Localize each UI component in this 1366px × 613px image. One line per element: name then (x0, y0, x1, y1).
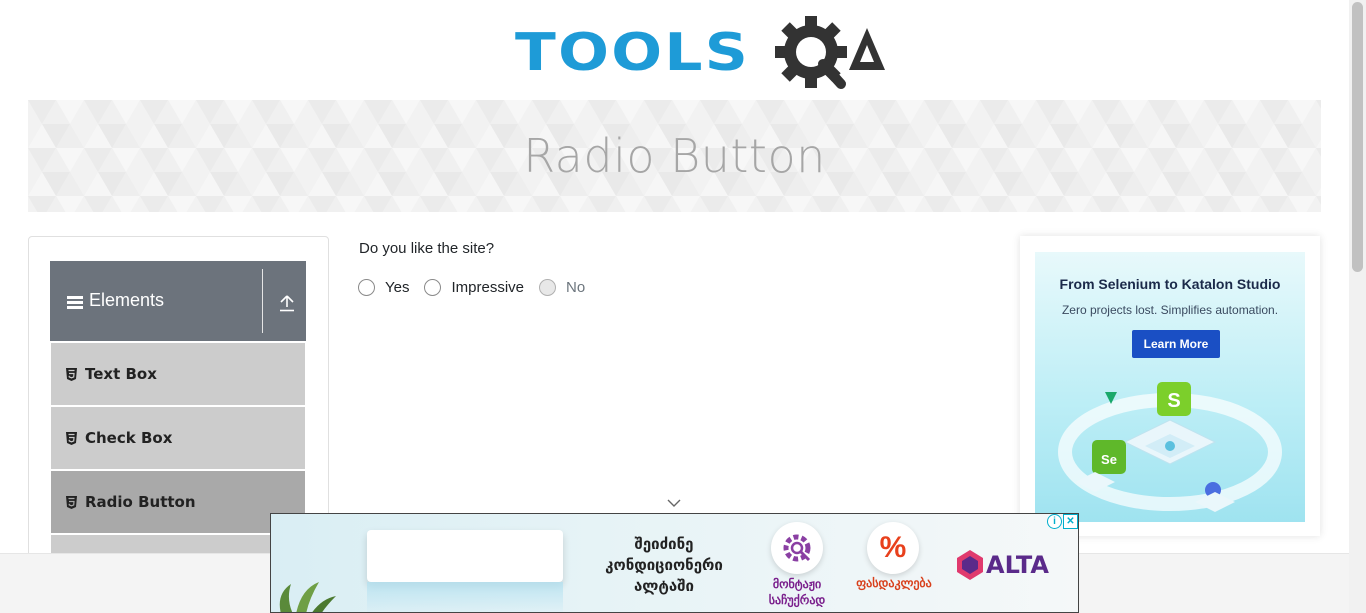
radio-group: Yes Impressive No (358, 279, 600, 296)
html5-icon (66, 495, 77, 509)
sidebar-group-elements[interactable]: Elements (50, 261, 306, 341)
sidebar-item-text-box[interactable]: Text Box (51, 343, 305, 405)
discount-caption: ფასდაკლება (856, 576, 932, 590)
toolsqa-logo[interactable]: TOOLS (515, 14, 889, 92)
sidebar-item-radio-button[interactable]: Radio Button (51, 471, 305, 533)
radio-option-no: No (539, 279, 585, 296)
radio-label-no: No (566, 279, 586, 296)
ad-info-icon[interactable]: i (1047, 514, 1062, 529)
air-conditioner-image (367, 530, 563, 582)
logo-text: TOOLS (515, 23, 751, 83)
radio-input-yes[interactable] (358, 279, 375, 296)
platform-illustration-icon: S Se (1058, 382, 1282, 512)
radio-input-impressive[interactable] (424, 279, 442, 296)
radio-label-impressive[interactable]: Impressive (451, 279, 524, 296)
installation-gift-badge (771, 522, 823, 574)
qa-gear-icon (775, 16, 886, 89)
ad-creative[interactable]: From Selenium to Katalon Studio Zero pro… (1035, 252, 1305, 522)
html5-icon (66, 367, 77, 381)
alta-logo: ALTA (957, 550, 1049, 580)
radio-option-impressive[interactable]: Impressive (424, 279, 524, 296)
side-advertisement[interactable]: From Selenium to Katalon Studio Zero pro… (1020, 236, 1320, 536)
page-banner: Radio Button (28, 100, 1321, 212)
ad-close-icon[interactable]: ✕ (1063, 514, 1078, 529)
radio-label-yes[interactable]: Yes (385, 279, 409, 296)
sidebar-group-label: Elements (89, 290, 165, 310)
scrollbar-thumb[interactable] (1352, 2, 1363, 272)
airflow-graphic (367, 582, 563, 612)
svg-text:Se: Se (1101, 452, 1117, 467)
headline-line-1: შეიძინე (634, 535, 694, 553)
collapse-arrow-icon[interactable] (279, 294, 295, 312)
bottom-advertisement[interactable]: შეიძინე კონდიციონერი ალტაში % მონტაჟი სა… (270, 513, 1079, 613)
radio-input-no (539, 279, 557, 296)
radio-option-yes[interactable]: Yes (358, 279, 409, 296)
headline-line-2: კონდიციონერი (605, 556, 723, 574)
sidebar-item-check-box[interactable]: Check Box (51, 407, 305, 469)
hamburger-icon (67, 296, 83, 310)
chevron-down-icon[interactable] (666, 498, 682, 508)
ad-subline: Zero projects lost. Simplifies automatio… (1061, 303, 1279, 317)
html5-icon (66, 431, 77, 445)
gear-wrench-icon (783, 534, 811, 562)
headline-line-3: ალტაში (634, 577, 694, 595)
alta-mark-icon (957, 550, 983, 580)
svg-text:S: S (1167, 390, 1180, 412)
sidebar-item-label: Text Box (85, 365, 157, 383)
page-scrollbar[interactable] (1349, 0, 1366, 613)
installation-caption-line-1: მონტაჟი (772, 577, 822, 591)
brand-name: ALTA (986, 551, 1049, 579)
learn-more-button[interactable]: Learn More (1132, 330, 1220, 358)
sidebar-item-label: Radio Button (85, 493, 196, 511)
installation-caption: მონტაჟი საჩუქრად (755, 576, 839, 608)
ad-headline-georgian: შეიძინე კონდიციონერი ალტაში (589, 534, 739, 597)
page-title: Radio Button (523, 129, 826, 183)
installation-caption-line-2: საჩუქრად (768, 593, 826, 607)
adchoices[interactable]: i ✕ (1047, 514, 1078, 529)
header-divider (262, 269, 263, 333)
plant-icon (279, 582, 336, 612)
ad-headline: From Selenium to Katalon Studio (1059, 276, 1281, 292)
discount-badge: % (867, 522, 919, 574)
question-text: Do you like the site? (359, 240, 495, 257)
sidebar-item-label: Check Box (85, 429, 173, 447)
